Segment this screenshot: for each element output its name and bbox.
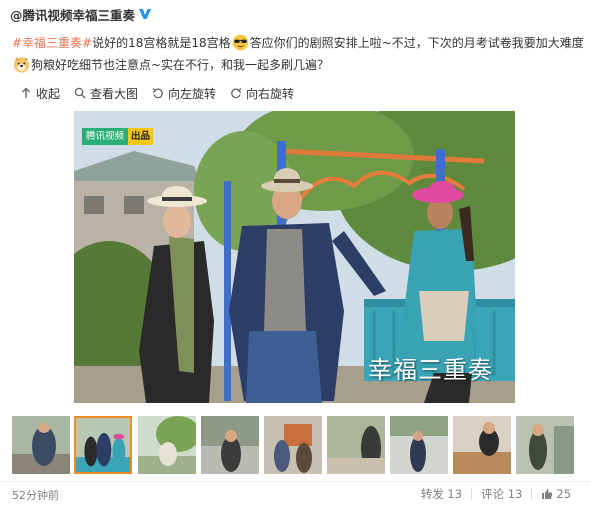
badge-tag-text: 出品 [128, 128, 154, 145]
collapse-arrow-icon [22, 87, 30, 98]
repost-count: 13 [447, 487, 463, 501]
comment-label: 评论 [481, 487, 505, 501]
repost-button[interactable]: 转发 13 [421, 486, 462, 502]
main-photo[interactable]: 腾讯视频 出品 幸福三重奏 [74, 111, 515, 403]
comment-count: 13 [507, 487, 523, 501]
magnifier-icon [74, 87, 86, 99]
post-text: #幸福三重奏#说好的18宫格就是18宫格 答应你们的剧照安排上啦~不过，下次的月… [12, 32, 584, 76]
view-large-button[interactable]: 查看大图 [74, 85, 138, 102]
action-separator [471, 488, 473, 500]
like-count: 25 [556, 487, 571, 501]
thumbnail-5[interactable] [264, 416, 322, 474]
footer-divider [0, 481, 591, 482]
rotate-left-button[interactable]: 向左旋转 [152, 85, 216, 102]
comment-button[interactable]: 评论 13 [481, 486, 522, 502]
post-time[interactable]: 52分钟前 [12, 487, 59, 503]
rotate-right-icon [231, 88, 242, 99]
hashtag-link[interactable]: #幸福三重奏# [12, 36, 92, 50]
badge-brand-text: 腾讯视频 [82, 128, 129, 145]
collapse-label: 收起 [36, 86, 61, 101]
show-title-watermark: 幸福三重奏 [368, 356, 493, 384]
footer-actions: 转发 13 评论 13 25 [421, 486, 571, 502]
post-text-part-3: 狗粮好吃细节也注意点~实在不行，和我一起多刷几遍？ [31, 58, 330, 72]
post-text-part-2: 答应你们的剧照安排上啦~不过，下次的月考试卷我要加大难度 [249, 36, 584, 50]
rotate-right-label: 向右旋转 [246, 86, 295, 101]
thumbs-up-icon [542, 489, 553, 499]
repost-label: 转发 [420, 487, 444, 501]
thumbnail-2[interactable] [74, 416, 132, 474]
thumbnail-7[interactable] [390, 416, 448, 474]
author-name[interactable]: @腾讯视频幸福三重奏 [10, 5, 135, 24]
image-toolbar: 收起 查看大图 向左旋转 向右旋转 [20, 84, 308, 102]
sunglasses-emoji-icon [232, 34, 248, 51]
doge-emoji-icon [13, 57, 30, 73]
thumbnail-3[interactable] [138, 416, 196, 474]
rotate-left-icon [152, 88, 163, 99]
post-text-part-1: 说好的18宫格就是18宫格 [92, 36, 231, 50]
thumbnail-1[interactable] [12, 416, 70, 474]
rotate-right-button[interactable]: 向右旋转 [230, 85, 294, 102]
thumbnail-8[interactable] [453, 416, 511, 474]
like-button[interactable]: 25 [541, 487, 571, 501]
action-separator [531, 488, 533, 500]
verified-v-icon [139, 9, 152, 19]
view-large-label: 查看大图 [90, 86, 139, 101]
author-row: @腾讯视频幸福三重奏 [10, 5, 152, 23]
thumbnail-6[interactable] [327, 416, 385, 474]
thumbnail-4[interactable] [201, 416, 259, 474]
collapse-button[interactable]: 收起 [20, 85, 60, 102]
rotate-left-label: 向左旋转 [168, 86, 217, 101]
video-brand-badge: 腾讯视频 出品 [82, 128, 154, 145]
thumbnail-9[interactable] [516, 416, 574, 474]
